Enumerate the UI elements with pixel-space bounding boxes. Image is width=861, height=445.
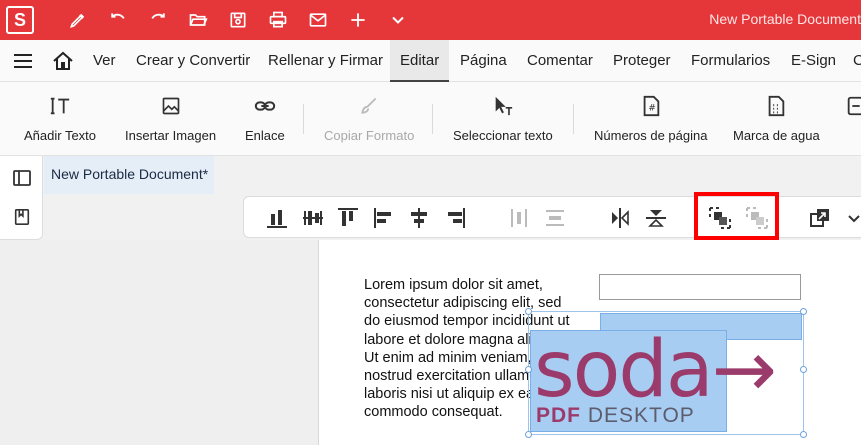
- page-number-icon: #: [639, 94, 663, 118]
- watermark-icon: [764, 94, 788, 118]
- distribute-vertical-icon: [543, 206, 567, 230]
- resize-handle[interactable]: [800, 308, 807, 315]
- bookmark-icon[interactable]: [12, 207, 32, 227]
- resize-handle[interactable]: [800, 366, 807, 373]
- home-icon[interactable]: [52, 51, 74, 71]
- menu-e-sign[interactable]: E-Sign: [791, 40, 836, 82]
- menu-formularios[interactable]: Formularios: [691, 40, 770, 82]
- open-folder-icon[interactable]: [186, 8, 210, 32]
- insert-image-button[interactable]: Insertar Imagen: [125, 94, 216, 146]
- align-center-icon[interactable]: [407, 206, 431, 230]
- add-text-button[interactable]: Añadir Texto: [24, 94, 96, 146]
- align-middle-vertical-icon[interactable]: [301, 206, 325, 230]
- page-numbers-button[interactable]: # Números de página: [594, 94, 707, 146]
- soda-logo: soda→: [534, 325, 777, 415]
- chevron-down-icon[interactable]: [842, 206, 861, 230]
- link-button[interactable]: Enlace: [245, 94, 285, 146]
- app-logo[interactable]: S: [6, 6, 34, 34]
- menu-comentar[interactable]: Comentar: [527, 40, 593, 82]
- panel-toggle-icon[interactable]: [12, 168, 32, 188]
- paint-brush-icon: [357, 94, 381, 118]
- cursor-text-icon: [491, 94, 515, 118]
- select-text-button[interactable]: Seleccionar texto: [453, 94, 553, 146]
- menu-editar[interactable]: Editar: [390, 40, 450, 82]
- page-icon: [844, 94, 861, 118]
- print-icon[interactable]: [266, 8, 290, 32]
- flip-horizontal-icon[interactable]: [608, 206, 632, 230]
- window-title: New Portable Document: [709, 11, 861, 27]
- pdf-desktop-logo-text: PDF DESKTOP: [536, 404, 695, 427]
- align-right-icon[interactable]: [443, 206, 467, 230]
- text-cursor-icon: [48, 94, 72, 118]
- save-icon[interactable]: [226, 8, 250, 32]
- document-tab[interactable]: New Portable Document*: [44, 156, 214, 194]
- more-ribbon-button[interactable]: [844, 94, 861, 146]
- ribbon-toolbar: Añadir Texto Insertar Imagen Enlace Copi…: [0, 82, 861, 156]
- menu-pagina[interactable]: Página: [460, 40, 507, 82]
- ribbon-separator: [303, 104, 304, 134]
- undo-icon[interactable]: [106, 8, 130, 32]
- hamburger-menu-icon[interactable]: [12, 51, 34, 71]
- resize-handle[interactable]: [525, 431, 532, 438]
- plus-icon[interactable]: [346, 8, 370, 32]
- align-top-icon[interactable]: [336, 206, 360, 230]
- menu-proteger[interactable]: Proteger: [613, 40, 671, 82]
- ribbon-separator: [573, 104, 574, 134]
- ribbon-separator: [432, 104, 433, 134]
- chevron-down-icon[interactable]: [386, 8, 410, 32]
- distribute-horizontal-icon: [507, 206, 531, 230]
- menu-crear-y-convertir[interactable]: Crear y Convertir: [136, 40, 250, 82]
- link-icon: [253, 94, 277, 118]
- menu-more[interactable]: C: [853, 40, 861, 82]
- image-icon: [159, 94, 183, 118]
- flip-vertical-icon[interactable]: [644, 206, 668, 230]
- left-panel-rail: [0, 156, 43, 240]
- watermark-button[interactable]: Marca de agua: [733, 94, 820, 146]
- align-bottom-icon[interactable]: [265, 206, 289, 230]
- menu-ver[interactable]: Ver: [93, 40, 116, 82]
- menu-rellenar-y-firmar[interactable]: Rellenar y Firmar: [268, 40, 383, 82]
- resize-handle[interactable]: [800, 431, 807, 438]
- title-bar: S New Portable Document: [0, 0, 861, 40]
- form-text-field[interactable]: [599, 274, 801, 300]
- bring-forward-icon[interactable]: [808, 206, 832, 230]
- pen-icon[interactable]: [66, 8, 90, 32]
- redo-icon[interactable]: [146, 8, 170, 32]
- menu-bar: Ver Crear y Convertir Rellenar y Firmar …: [0, 40, 861, 82]
- mail-icon[interactable]: [306, 8, 330, 32]
- svg-text:#: #: [648, 103, 656, 114]
- highlight-box: [694, 192, 779, 240]
- resize-handle[interactable]: [525, 366, 532, 373]
- align-left-icon[interactable]: [372, 206, 396, 230]
- resize-handle[interactable]: [525, 308, 532, 315]
- copy-format-button[interactable]: Copiar Formato: [324, 94, 414, 146]
